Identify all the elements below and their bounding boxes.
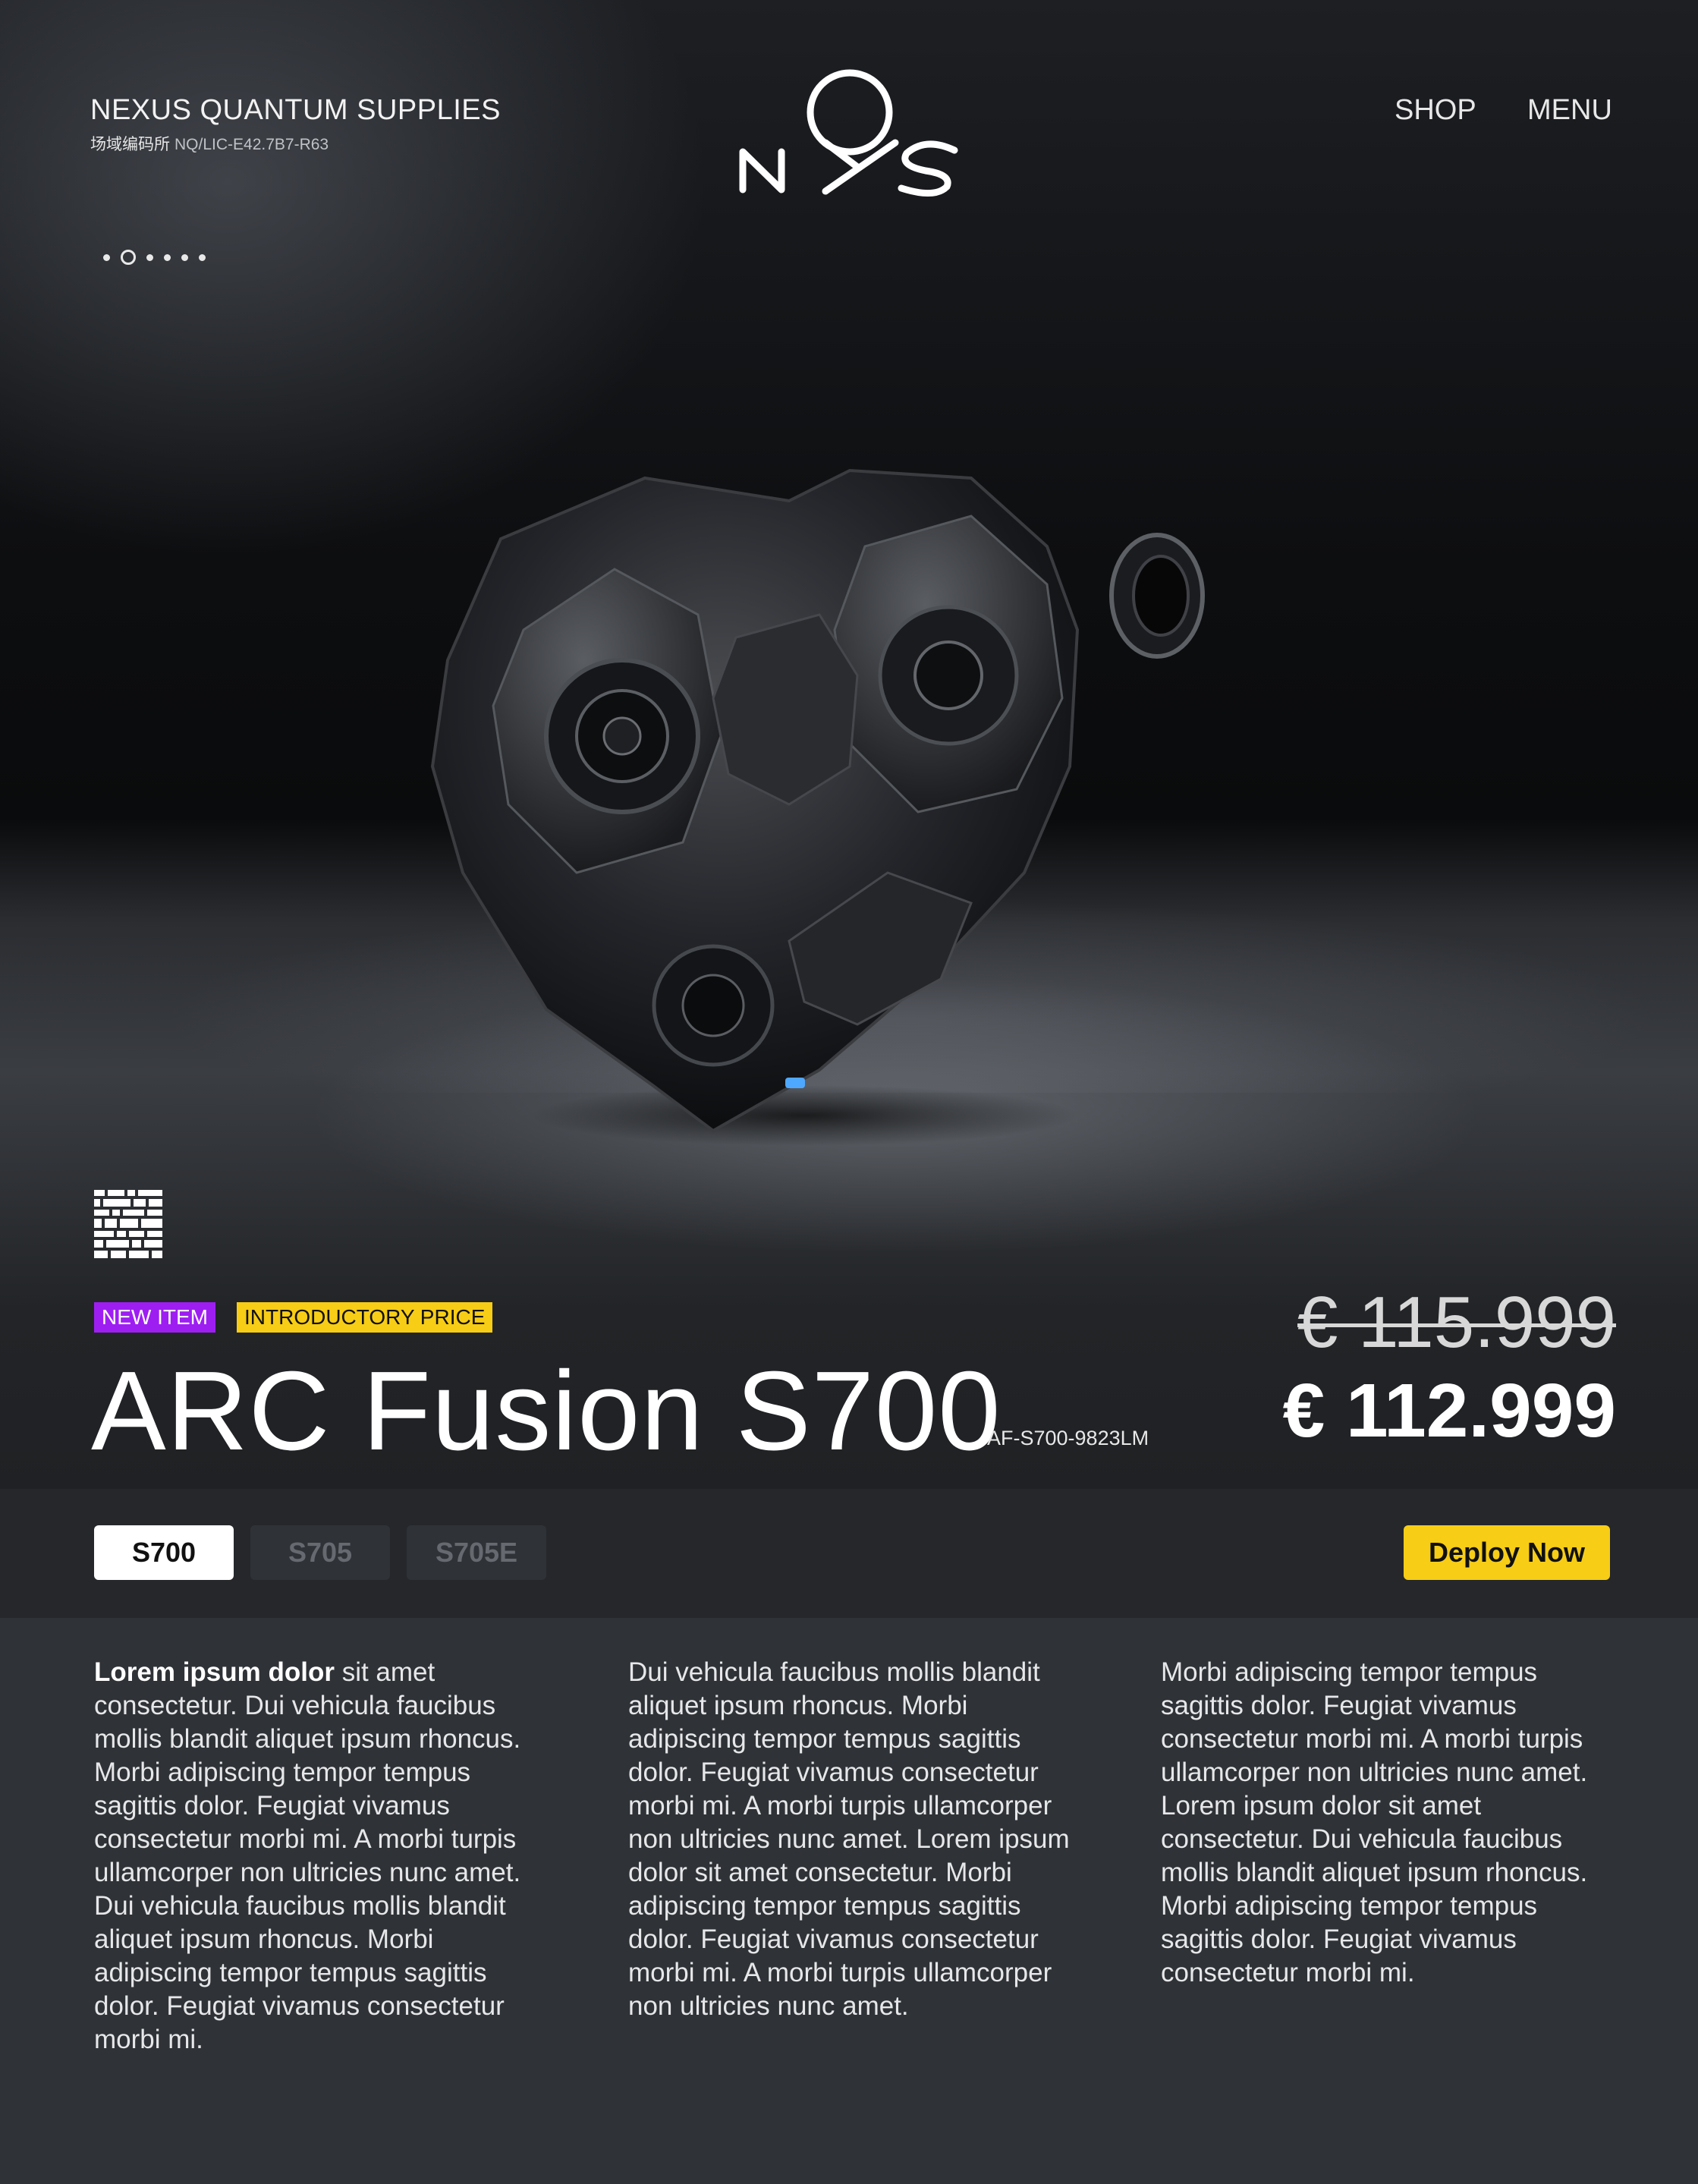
variant-s705e-button[interactable]: S705E (407, 1525, 546, 1580)
product-title: ARC Fusion S700 (91, 1348, 1002, 1474)
carousel-dot[interactable] (164, 253, 171, 261)
new-item-badge: NEW ITEM (94, 1302, 215, 1333)
description-column-2: Dui vehicula faucibus mollis blandit ali… (628, 1657, 1070, 2021)
variant-s700-button[interactable]: S700 (94, 1525, 234, 1580)
hero-section: NEXUS QUANTUM SUPPLIES 场域编码所 NQ/LIC-E42.7… (0, 0, 1698, 1489)
brand-name[interactable]: NEXUS QUANTUM SUPPLIES (90, 94, 501, 127)
description-lead: Lorem ipsum dolor (94, 1657, 335, 1687)
introductory-price-badge: INTRODUCTORY PRICE (237, 1302, 493, 1333)
deploy-now-button[interactable]: Deploy Now (1404, 1525, 1610, 1580)
variant-s705-button[interactable]: S705 (250, 1525, 390, 1580)
description-column-3: Morbi adipiscing tempor tempus sagittis … (1161, 1657, 1588, 1987)
description-col1-text: sit amet consectetur. Dui vehicula fauci… (94, 1657, 521, 2054)
carousel-dot[interactable] (103, 253, 110, 261)
description-section: Lorem ipsum dolor sit amet consectetur. … (0, 1618, 1698, 2184)
product-image (430, 468, 1205, 1146)
nav-shop-link[interactable]: SHOP (1395, 94, 1476, 127)
carousel-dot[interactable] (121, 250, 136, 265)
carousel-dot[interactable] (146, 253, 153, 261)
nav-menu-link[interactable]: MENU (1527, 94, 1612, 127)
brand-license-code: 场域编码所 NQ/LIC-E42.7B7-R63 (90, 132, 329, 155)
brand-code-value: NQ/LIC-E42.7B7-R63 (175, 136, 329, 153)
brand-code-cjk: 场域编码所 (90, 135, 170, 153)
product-sku: AF-S700-9823LM (987, 1427, 1149, 1449)
carousel-dot[interactable] (181, 253, 188, 261)
carousel-dots (103, 247, 206, 267)
original-price: € 115.999 (1297, 1282, 1616, 1363)
description-column-1: Lorem ipsum dolor sit amet consectetur. … (94, 1656, 549, 2057)
carousel-dot[interactable] (199, 253, 206, 261)
qr-code-icon[interactable] (93, 1188, 165, 1261)
current-price: € 112.999 (1282, 1368, 1616, 1453)
variant-bar: S700 S705 S705E Deploy Now (0, 1489, 1698, 1618)
nqs-logo-icon[interactable]: nQs (736, 53, 964, 205)
